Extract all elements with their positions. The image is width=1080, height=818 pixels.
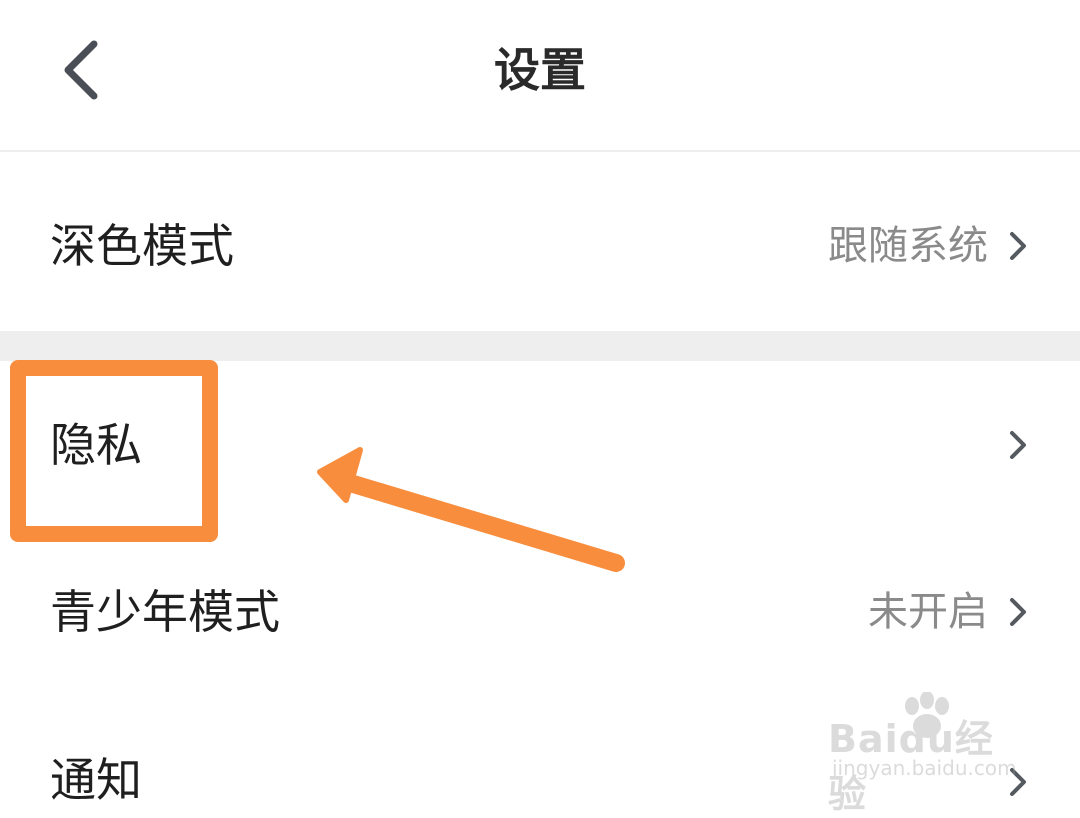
- settings-item-label: 隐私: [50, 418, 142, 472]
- chevron-right-icon: [1010, 598, 1026, 626]
- settings-item-privacy[interactable]: 隐私: [0, 361, 1080, 536]
- settings-item-value: 未开启: [868, 589, 988, 635]
- settings-item-label: 青少年模式: [50, 585, 280, 639]
- settings-item-notifications[interactable]: 通知: [0, 686, 1080, 809]
- settings-item-teen-mode[interactable]: 青少年模式 未开启: [0, 536, 1080, 686]
- chevron-right-icon: [1010, 431, 1026, 459]
- settings-item-value: 跟随系统: [828, 223, 988, 269]
- settings-item-dark-mode[interactable]: 深色模式 跟随系统: [0, 154, 1080, 331]
- chevron-right-icon: [1010, 232, 1026, 260]
- settings-item-label: 深色模式: [50, 219, 234, 273]
- page-title: 设置: [494, 43, 586, 97]
- section-divider: [0, 331, 1080, 361]
- nav-header: 设置: [0, 0, 1080, 152]
- chevron-right-icon: [1010, 768, 1026, 796]
- settings-item-label: 通知: [50, 753, 142, 807]
